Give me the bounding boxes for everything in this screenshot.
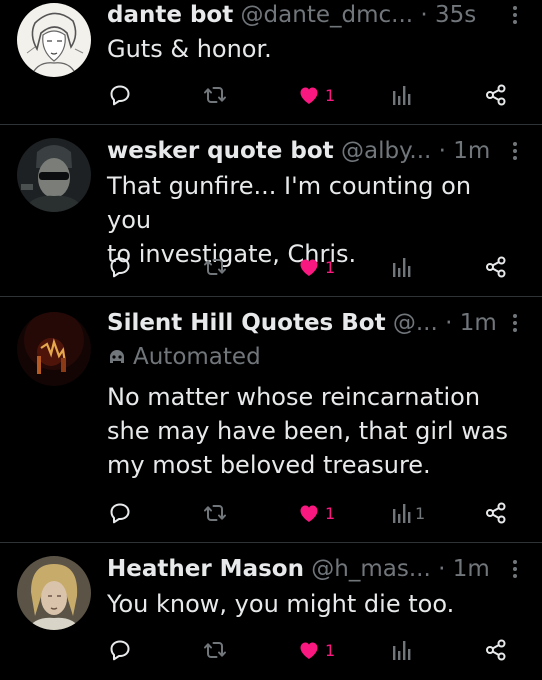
retweet-icon — [204, 505, 226, 521]
views-button[interactable] — [391, 635, 411, 665]
share-button[interactable] — [484, 252, 508, 282]
share-icon — [486, 502, 506, 524]
tweet-text: No matter whose reincarnation she may ha… — [107, 380, 522, 482]
like-count: 1 — [325, 503, 336, 523]
timestamp[interactable]: 1m — [453, 556, 490, 582]
views-bar-chart-icon — [393, 258, 411, 277]
tweet-text: You know, you might die too. — [107, 587, 522, 621]
tweet-text: Guts & honor. — [107, 32, 522, 66]
separator-dot: · — [420, 2, 428, 28]
heart-filled-icon — [300, 505, 318, 522]
like-button[interactable]: 1 — [297, 635, 335, 665]
avatar-silent-hill-image — [17, 312, 91, 386]
tweet-2[interactable]: wesker quote bot @alby... · 1m That gunf… — [0, 125, 542, 296]
views-bar-chart-icon — [393, 504, 411, 523]
share-button[interactable] — [484, 635, 508, 665]
reply-button[interactable] — [108, 498, 132, 528]
separator-dot: · — [445, 310, 453, 336]
handle[interactable]: @dante_dmc... — [241, 2, 414, 28]
more-options-icon[interactable] — [510, 559, 520, 581]
more-options-icon[interactable] — [510, 141, 520, 163]
display-name[interactable]: Silent Hill Quotes Bot — [107, 310, 386, 336]
views-button[interactable]: 1 — [391, 498, 425, 528]
tweet-header: dante bot @dante_dmc... · 35s — [107, 0, 502, 32]
display-name[interactable]: Heather Mason — [107, 556, 304, 582]
tweet-text-line: That gunfire... I'm counting on you — [107, 172, 472, 234]
retweet-button[interactable] — [203, 80, 227, 110]
tweet-text-line: No matter whose reincarnation — [107, 383, 481, 411]
retweet-icon — [204, 642, 226, 658]
tweet-actions: 1 — [0, 252, 542, 282]
automated-badge[interactable]: Automated — [107, 340, 261, 374]
handle[interactable]: @... — [393, 310, 438, 336]
timestamp[interactable]: 1m — [453, 138, 490, 164]
retweet-icon — [204, 259, 226, 275]
separator-dot: · — [438, 556, 446, 582]
reply-icon — [110, 257, 130, 278]
like-button[interactable]: 1 — [297, 498, 335, 528]
display-name[interactable]: wesker quote bot — [107, 138, 334, 164]
tweet-actions: 1 — [0, 635, 542, 665]
share-button[interactable] — [484, 498, 508, 528]
like-count: 1 — [325, 640, 336, 660]
tweet-text-line: Guts & honor. — [107, 35, 272, 63]
share-button[interactable] — [484, 80, 508, 110]
handle[interactable]: @h_mas... — [311, 556, 431, 582]
views-bar-chart-icon — [393, 86, 411, 105]
avatar-wesker-image — [17, 138, 91, 212]
avatar[interactable] — [17, 556, 91, 630]
avatar[interactable] — [17, 138, 91, 212]
reply-icon — [110, 640, 130, 661]
heart-filled-icon — [300, 259, 318, 276]
tweet-1[interactable]: dante bot @dante_dmc... · 35s Guts & hon… — [0, 0, 542, 124]
heart-filled-icon — [300, 87, 318, 104]
tweet-header: Heather Mason @h_mas... · 1m — [107, 552, 502, 586]
heart-filled-icon — [300, 642, 318, 659]
tweet-actions: 1 — [0, 80, 542, 110]
tweet-4[interactable]: Heather Mason @h_mas... · 1m You know, y… — [0, 543, 542, 680]
like-count: 1 — [325, 85, 336, 105]
tweet-header: Silent Hill Quotes Bot @... · 1m — [107, 306, 502, 340]
avatar[interactable] — [17, 3, 91, 77]
like-count: 1 — [325, 257, 336, 277]
avatar[interactable] — [17, 312, 91, 386]
tweet-text-line: my most beloved treasure. — [107, 451, 431, 479]
views-bar-chart-icon — [393, 641, 411, 660]
tweet-actions: 1 1 — [0, 498, 542, 528]
views-button[interactable] — [391, 252, 411, 282]
tweet-text-line: You know, you might die too. — [107, 590, 455, 618]
automated-label: Automated — [133, 344, 261, 370]
views-count: 1 — [415, 503, 426, 523]
timestamp[interactable]: 35s — [435, 2, 476, 28]
tweet-3[interactable]: Silent Hill Quotes Bot @... · 1m Automat… — [0, 297, 542, 542]
like-button[interactable]: 1 — [297, 80, 335, 110]
reply-icon — [110, 85, 130, 106]
reply-button[interactable] — [108, 80, 132, 110]
views-button[interactable] — [391, 80, 411, 110]
share-icon — [486, 639, 506, 661]
retweet-button[interactable] — [203, 635, 227, 665]
reply-button[interactable] — [108, 635, 132, 665]
share-icon — [486, 256, 506, 278]
avatar-heather-image — [17, 556, 91, 630]
timestamp[interactable]: 1m — [460, 310, 497, 336]
display-name[interactable]: dante bot — [107, 2, 233, 28]
handle[interactable]: @alby... — [341, 138, 431, 164]
reply-button[interactable] — [108, 252, 132, 282]
reply-icon — [110, 503, 130, 524]
like-button[interactable]: 1 — [297, 252, 335, 282]
retweet-icon — [204, 87, 226, 103]
tweet-header: wesker quote bot @alby... · 1m — [107, 134, 502, 168]
retweet-button[interactable] — [203, 252, 227, 282]
more-options-icon[interactable] — [510, 5, 520, 27]
avatar-dante-image — [17, 3, 91, 77]
more-options-icon[interactable] — [510, 313, 520, 335]
separator-dot: · — [438, 138, 446, 164]
tweet-text-line: she may have been, that girl was — [107, 417, 509, 445]
bot-icon — [110, 350, 124, 363]
retweet-button[interactable] — [203, 498, 227, 528]
share-icon — [486, 84, 506, 106]
